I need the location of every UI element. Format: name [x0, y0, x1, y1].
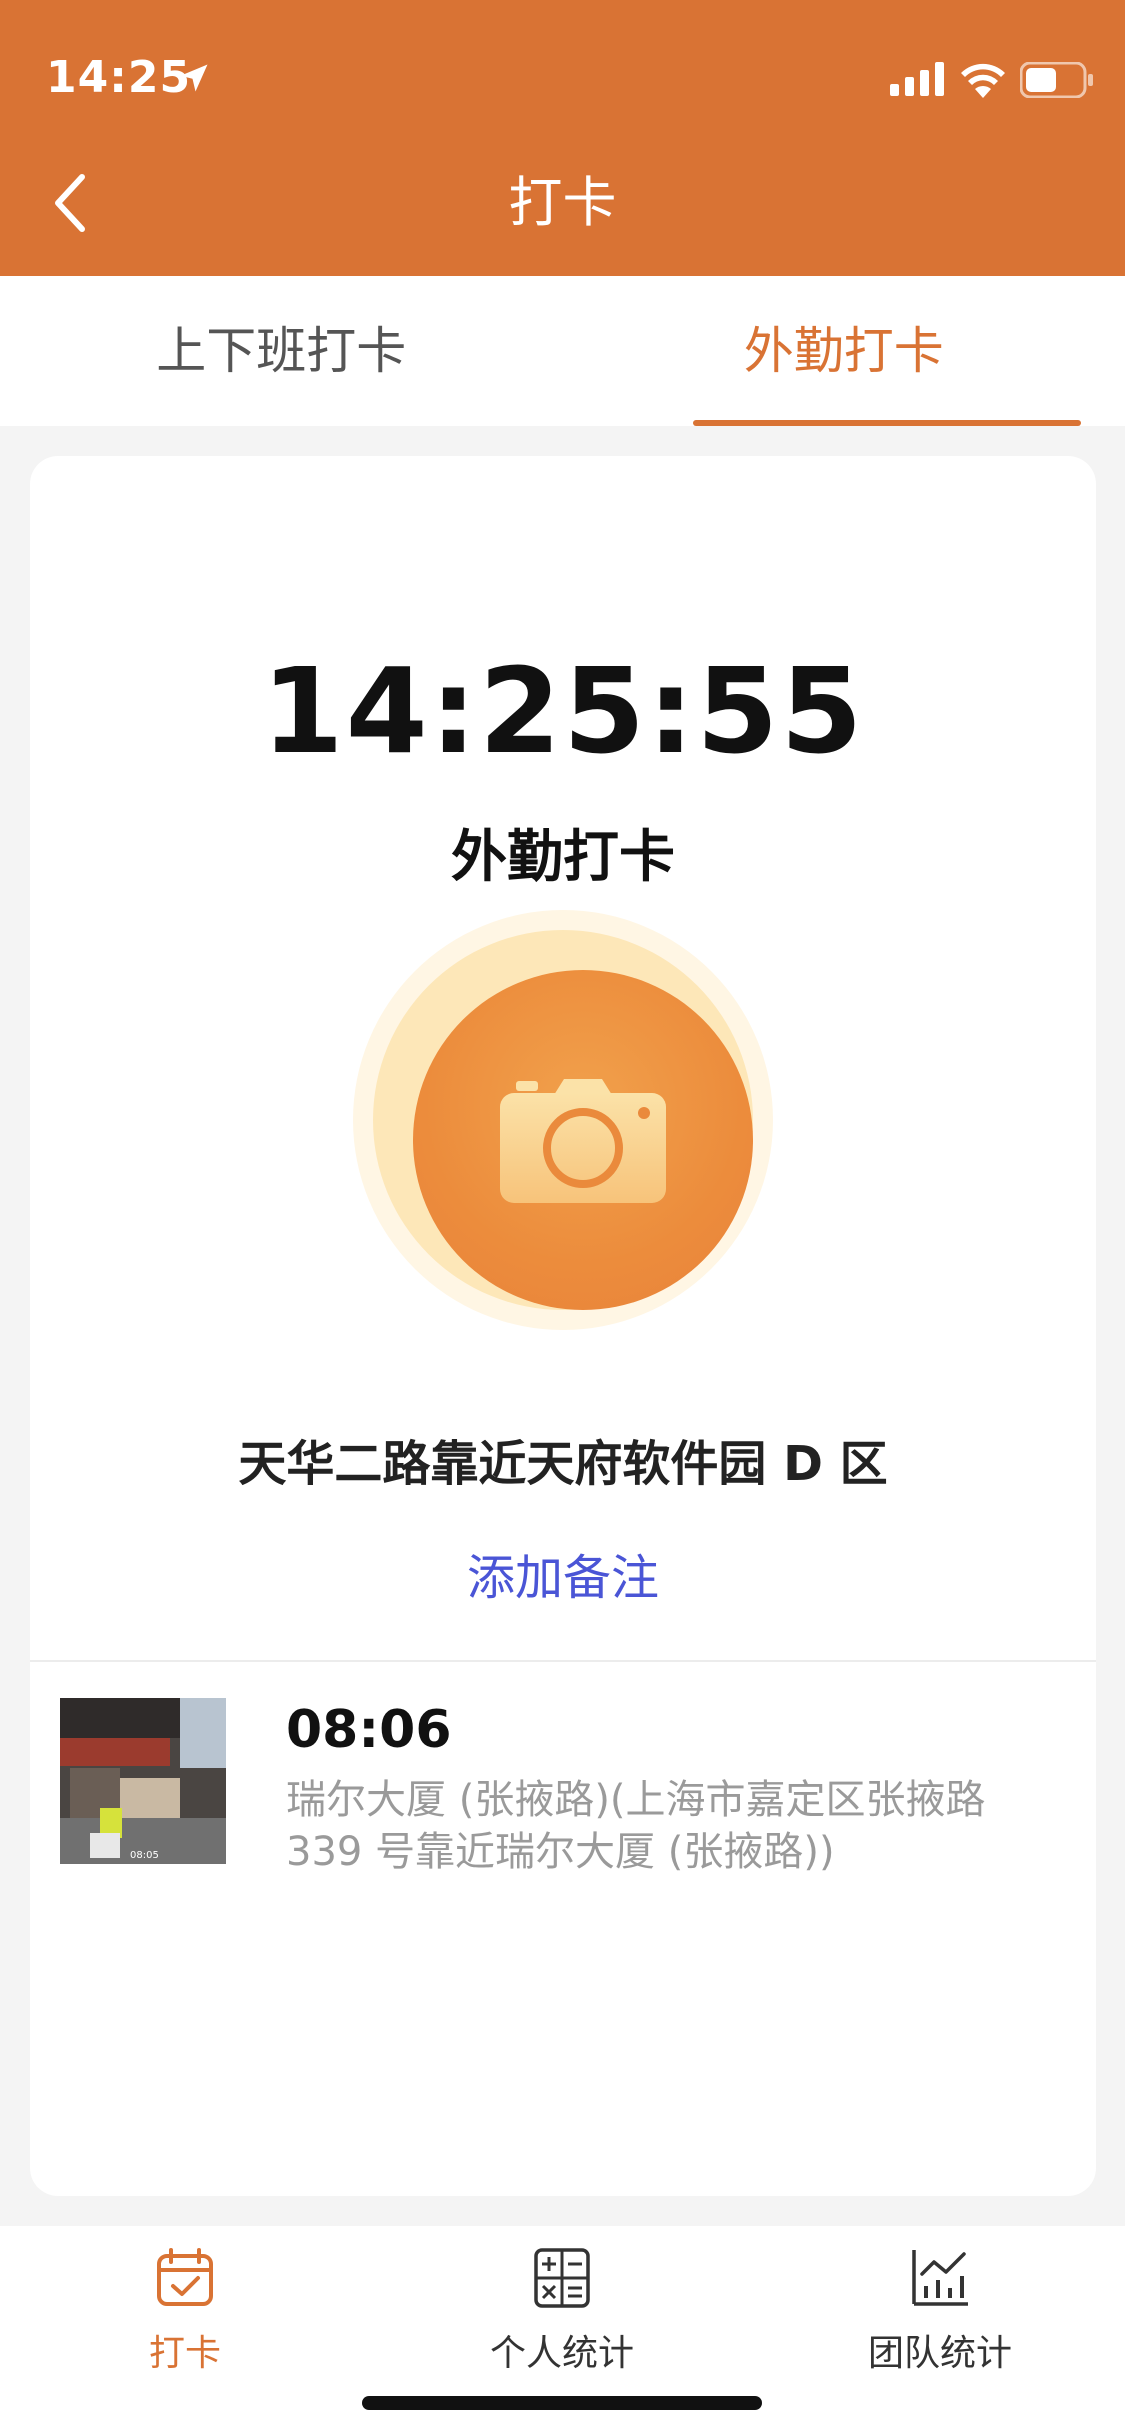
record-address: 瑞尔大厦 (张掖路)(上海市嘉定区张掖路 339 号靠近瑞尔大厦 (张掖路))	[286, 1777, 986, 1875]
record-time: 08:06	[286, 1700, 452, 1760]
checkin-card: 14:25:55 外勤打卡 天华二路靠近天府软件园 D 区 添加备注 08:05…	[30, 456, 1096, 2196]
photo-timestamp: 08:05	[130, 1850, 159, 1861]
punch-button-core	[413, 970, 753, 1310]
divider	[30, 1660, 1096, 1662]
home-indicator[interactable]	[362, 2396, 762, 2410]
checkin-record[interactable]: 08:05 08:06 瑞尔大厦 (张掖路)(上海市嘉定区张掖路 339 号靠近…	[60, 1698, 1070, 1875]
location-arrow-icon	[180, 64, 208, 92]
punch-camera-button[interactable]	[353, 910, 773, 1330]
status-time: 14:25	[46, 52, 192, 103]
status-bar: 14:25	[0, 0, 1125, 130]
nav-label-team-stats: 团队统计	[867, 2333, 1012, 2374]
calculator-icon	[534, 2248, 590, 2308]
page-title: 打卡	[508, 171, 617, 234]
current-time: 14:25:55	[261, 642, 865, 780]
nav-item-team-stats[interactable]: 团队统计	[790, 2246, 1090, 2396]
nav-item-personal-stats[interactable]: 个人统计	[412, 2246, 712, 2396]
nav-label-checkin: 打卡	[148, 2333, 221, 2374]
punch-button-ring	[373, 930, 753, 1310]
cellular-signal-icon	[890, 62, 944, 96]
wifi-icon	[961, 63, 1005, 98]
tab-bar: 上下班打卡 外勤打卡	[0, 276, 1125, 426]
app-header: 14:25 打卡	[0, 0, 1125, 276]
camera-icon	[500, 1079, 666, 1203]
record-photo-image: 08:05	[60, 1698, 226, 1864]
tab-field-checkin[interactable]: 外勤打卡	[563, 276, 1125, 426]
battery-icon	[1020, 62, 1093, 98]
current-location: 天华二路靠近天府软件园 D 区	[238, 1436, 888, 1492]
bar-chart-icon	[912, 2250, 968, 2306]
add-note-link[interactable]: 添加备注	[30, 1538, 1096, 1608]
calendar-check-icon	[157, 2248, 213, 2306]
nav-item-checkin[interactable]: 打卡	[35, 2246, 335, 2396]
record-photo-thumbnail[interactable]: 08:05	[60, 1698, 226, 1864]
nav-label-personal-stats: 个人统计	[489, 2333, 634, 2374]
checkin-mode-label: 外勤打卡	[451, 825, 675, 890]
tab-commute-checkin[interactable]: 上下班打卡	[0, 276, 563, 426]
